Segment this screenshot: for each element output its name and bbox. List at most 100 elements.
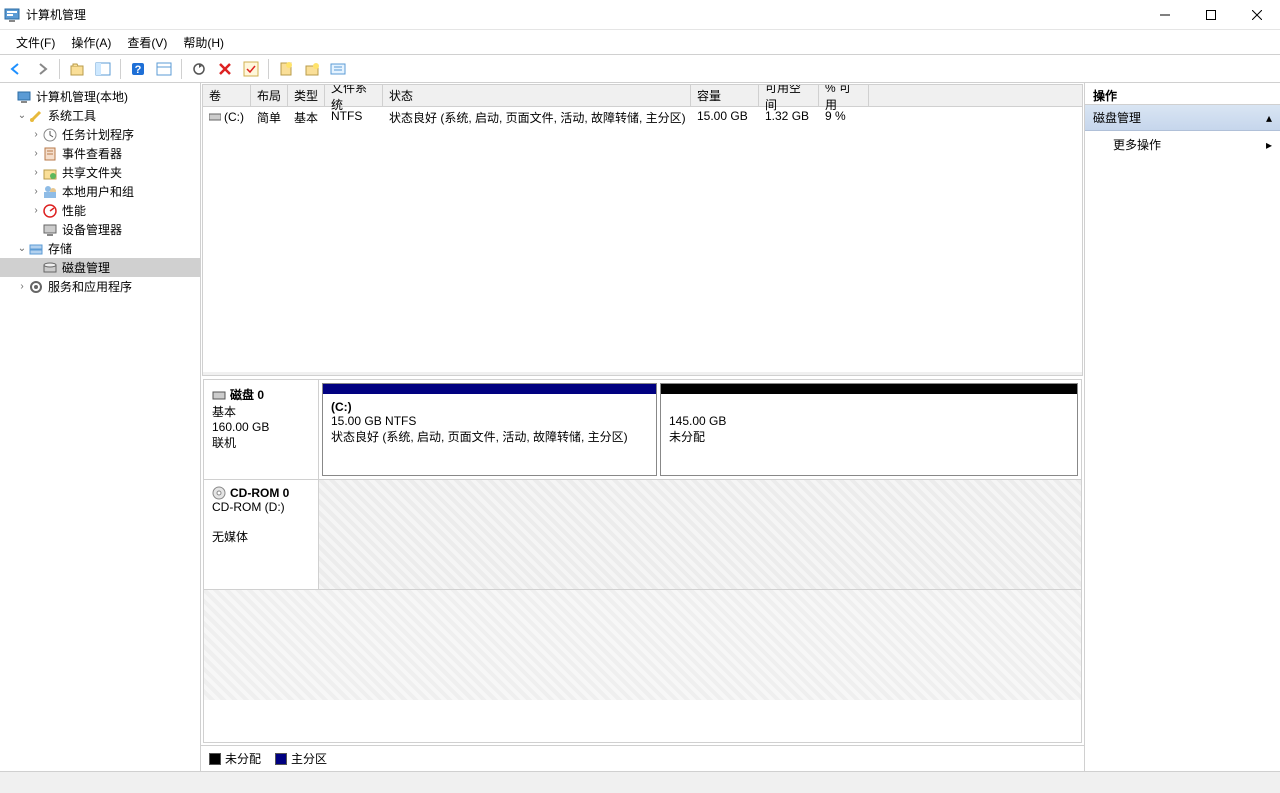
volume-fs: NTFS [325,107,383,127]
partition-header-primary [323,384,656,394]
cdrom-icon [212,486,226,500]
svg-text:?: ? [135,64,142,76]
expand-toggle-icon[interactable]: › [30,129,42,140]
status-bar [0,771,1280,793]
tree-task-scheduler[interactable]: › 任务计划程序 [0,125,200,144]
services-icon [28,279,44,295]
close-button[interactable] [1234,0,1280,30]
tree-performance[interactable]: › 性能 [0,201,200,220]
menu-view[interactable]: 查看(V) [119,31,175,54]
column-header[interactable]: 布局 [251,85,288,106]
clock-icon [42,127,58,143]
column-header[interactable]: 容量 [691,85,759,106]
tree-label: 存储 [48,240,72,257]
forward-button[interactable] [30,57,54,81]
collapse-toggle-icon[interactable]: ⌄ [16,110,28,121]
actions-section-disk-management[interactable]: 磁盘管理 ▴ [1085,105,1280,131]
menu-action[interactable]: 操作(A) [63,31,119,54]
legend-label: 主分区 [291,750,327,767]
new2-button[interactable] [300,57,324,81]
volume-type: 基本 [288,107,325,127]
navigation-tree: 计算机管理(本地) ⌄ 系统工具 › 任务计划程序 › 事件查看器 › 共享文件… [0,83,201,771]
volume-free: 1.32 GB [759,107,819,127]
share-icon [42,165,58,181]
legend-label: 未分配 [225,750,261,767]
storage-icon [28,241,44,257]
new-button[interactable] [274,57,298,81]
legend-unallocated: 未分配 [209,750,261,767]
menu-bar: 文件(F) 操作(A) 查看(V) 帮助(H) [0,30,1280,55]
check-button[interactable] [239,57,263,81]
column-header[interactable]: 状态 [383,85,691,106]
column-header[interactable]: 可用空间 [759,85,819,106]
disk-name-label: 磁盘 0 [230,386,264,403]
expand-toggle-icon[interactable]: › [16,281,28,292]
partition-size: 145.00 GB [669,414,1069,428]
actions-pane: 操作 磁盘管理 ▴ 更多操作 ▸ [1085,83,1280,771]
back-button[interactable] [4,57,28,81]
help-button[interactable]: ? [126,57,150,81]
expand-toggle-icon[interactable]: › [30,186,42,197]
partition-unallocated[interactable]: 145.00 GB 未分配 [660,383,1078,476]
column-header[interactable]: 类型 [288,85,325,106]
legend-primary: 主分区 [275,750,327,767]
drive-icon [209,111,221,123]
tree-event-viewer[interactable]: › 事件查看器 [0,144,200,163]
column-header[interactable]: 卷 [203,85,251,106]
disk-management-view: 卷 布局 类型 文件系统 状态 容量 可用空间 % 可用 (C:) 简单 基本 … [201,83,1085,771]
device-icon [42,222,58,238]
tree-disk-management[interactable]: 磁盘管理 [0,258,200,277]
tree-storage[interactable]: ⌄ 存储 [0,239,200,258]
users-icon [42,184,58,200]
volume-row[interactable]: (C:) 简单 基本 NTFS 状态良好 (系统, 启动, 页面文件, 活动, … [203,107,1082,127]
tree-label: 系统工具 [48,107,96,124]
actions-section-label: 磁盘管理 [1093,109,1141,126]
tree-shared-folders[interactable]: › 共享文件夹 [0,163,200,182]
expand-toggle-icon[interactable]: › [30,167,42,178]
tree-local-users[interactable]: › 本地用户和组 [0,182,200,201]
maximize-button[interactable] [1188,0,1234,30]
expand-toggle-icon[interactable]: › [30,205,42,216]
tree-root[interactable]: 计算机管理(本地) [0,87,200,106]
expand-toggle-icon[interactable]: › [30,148,42,159]
actions-more[interactable]: 更多操作 ▸ [1085,131,1280,158]
disk-info: CD-ROM 0 CD-ROM (D:) 无媒体 [204,480,319,589]
partition-header-unallocated [661,384,1077,394]
performance-icon [42,203,58,219]
volume-list[interactable]: 卷 布局 类型 文件系统 状态 容量 可用空间 % 可用 (C:) 简单 基本 … [203,85,1082,375]
tree-device-manager[interactable]: 设备管理器 [0,220,200,239]
disk-row[interactable]: CD-ROM 0 CD-ROM (D:) 无媒体 [204,480,1081,590]
disk-row[interactable]: 磁盘 0 基本 160.00 GB 联机 (C:) 15.00 GB NTFS … [204,380,1081,480]
volume-pct: 9 % [819,107,869,127]
minimize-button[interactable] [1142,0,1188,30]
properties-button[interactable] [152,57,176,81]
actions-item-label: 更多操作 [1113,136,1161,153]
collapse-toggle-icon[interactable]: ⌄ [16,243,28,254]
disk-type: CD-ROM (D:) [212,500,310,514]
actions-header: 操作 [1085,83,1280,105]
app-icon [4,7,20,23]
up-button[interactable] [65,57,89,81]
disk-status: 联机 [212,434,310,451]
legend: 未分配 主分区 [201,745,1084,771]
show-hide-tree-button[interactable] [91,57,115,81]
tree-label: 设备管理器 [62,221,122,238]
partition-c[interactable]: (C:) 15.00 GB NTFS 状态良好 (系统, 启动, 页面文件, 活… [322,383,657,476]
disk-graphical-view: 磁盘 0 基本 160.00 GB 联机 (C:) 15.00 GB NTFS … [203,379,1082,743]
disk-icon [42,260,58,276]
title-bar: 计算机管理 [0,0,1280,30]
column-header[interactable]: % 可用 [819,85,869,106]
tree-services[interactable]: › 服务和应用程序 [0,277,200,296]
menu-help[interactable]: 帮助(H) [175,31,232,54]
tree-label: 事件查看器 [62,145,122,162]
menu-file[interactable]: 文件(F) [8,31,63,54]
tree-label: 性能 [62,202,86,219]
column-header[interactable]: 文件系统 [325,85,383,106]
tree-system-tools[interactable]: ⌄ 系统工具 [0,106,200,125]
partition-name: (C:) [331,400,648,414]
volume-status: 状态良好 (系统, 启动, 页面文件, 活动, 故障转储, 主分区) [383,107,691,127]
delete-button[interactable] [213,57,237,81]
settings-button[interactable] [326,57,350,81]
disk-status: 无媒体 [212,528,310,545]
refresh-button[interactable] [187,57,211,81]
